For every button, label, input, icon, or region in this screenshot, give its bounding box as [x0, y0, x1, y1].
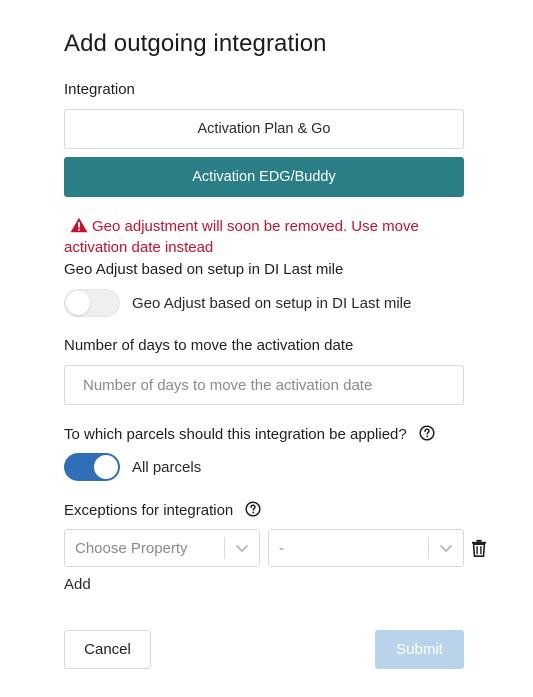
- trash-icon[interactable]: [471, 539, 487, 557]
- submit-button[interactable]: Submit: [375, 630, 464, 669]
- geo-adjust-row: Geo Adjust based on setup in DI Last mil…: [64, 289, 411, 317]
- integration-option-label: Activation EDG/Buddy: [192, 169, 336, 185]
- value-select[interactable]: -: [268, 529, 464, 567]
- all-parcels-toggle[interactable]: [64, 453, 120, 481]
- parcels-row: All parcels: [64, 453, 201, 481]
- help-circle-icon[interactable]: [245, 501, 261, 517]
- submit-button-label: Submit: [396, 641, 443, 658]
- warning-text: Geo adjustment will soon be removed. Use…: [64, 218, 419, 256]
- integration-option-plan-go[interactable]: Activation Plan & Go: [64, 109, 464, 149]
- property-select-value: Choose Property: [75, 539, 188, 557]
- add-exception-link[interactable]: Add: [64, 576, 91, 593]
- days-input[interactable]: [64, 365, 464, 405]
- cancel-button-label: Cancel: [84, 641, 131, 658]
- exceptions-label: Exceptions for integration: [64, 501, 261, 519]
- exceptions-label-text: Exceptions for integration: [64, 502, 234, 519]
- parcels-label-text: To which parcels should this integration…: [64, 426, 407, 443]
- dialog-title: Add outgoing integration: [64, 30, 327, 57]
- toggle-knob: [94, 455, 118, 479]
- chevron-down-icon[interactable]: [429, 530, 463, 566]
- cancel-button[interactable]: Cancel: [64, 630, 151, 669]
- value-select-value: -: [279, 539, 284, 557]
- integration-label: Integration: [64, 81, 135, 98]
- all-parcels-toggle-label: All parcels: [132, 458, 202, 476]
- integration-option-label: Activation Plan & Go: [197, 121, 331, 137]
- help-circle-icon[interactable]: [419, 425, 435, 441]
- warning-triangle-icon: [70, 217, 88, 233]
- geo-adjust-toggle-label: Geo Adjust based on setup in DI Last mil…: [132, 294, 412, 312]
- toggle-knob: [66, 291, 90, 315]
- property-select[interactable]: Choose Property: [64, 529, 260, 567]
- integration-option-edg-buddy[interactable]: Activation EDG/Buddy: [64, 157, 464, 197]
- chevron-down-icon[interactable]: [225, 530, 259, 566]
- days-label: Number of days to move the activation da…: [64, 337, 354, 354]
- geo-adjust-label: Geo Adjust based on setup in DI Last mil…: [64, 261, 344, 278]
- geo-adjust-toggle[interactable]: [64, 289, 120, 317]
- parcels-label: To which parcels should this integration…: [64, 425, 435, 443]
- geo-warning-message: Geo adjustment will soon be removed. Use…: [64, 216, 474, 258]
